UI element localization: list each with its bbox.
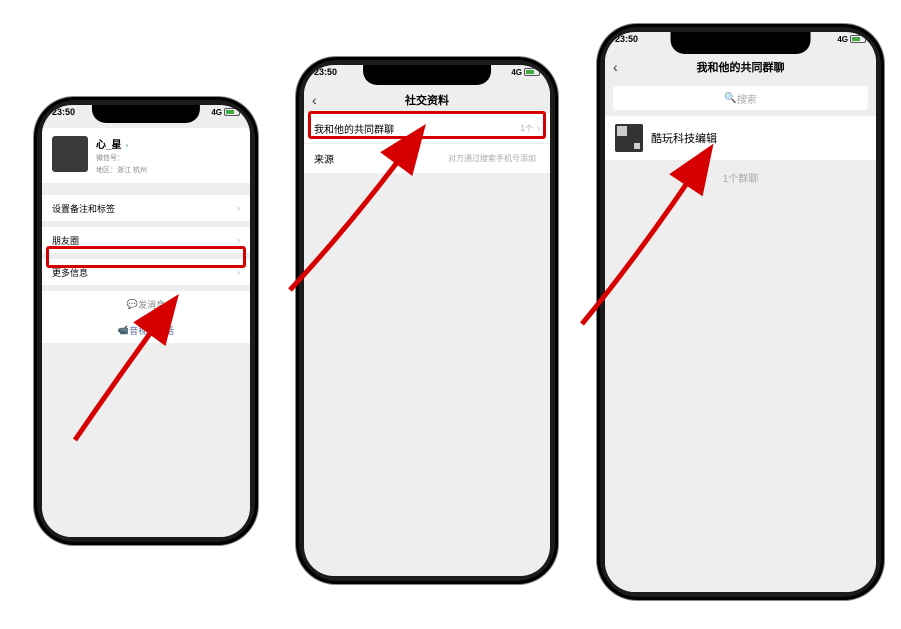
chevron-right-icon: › <box>237 235 240 245</box>
profile-section[interactable]: 心_星 ♀ 微信号： 地区：浙江 杭州 <box>42 128 250 183</box>
phone-mockup-1: 23:50 4G 心_星 ♀ 微信号： 地区：浙江 杭州 设置备注和标签› 朋友… <box>34 97 258 545</box>
send-message-button[interactable]: 💬 发消息 <box>42 291 250 317</box>
search-input[interactable]: 🔍 搜索 <box>613 86 868 110</box>
phone-mockup-3: 23:50 4G ‹ 我和他的共同群聊 🔍 搜索 酷玩科技编辑 1个群聊 <box>597 24 884 600</box>
header: ‹ 社交资料 <box>304 87 550 113</box>
notch <box>92 105 200 123</box>
group-avatar <box>615 124 643 152</box>
row-remark[interactable]: 设置备注和标签› <box>42 195 250 221</box>
page-title: 社交资料 <box>304 92 550 108</box>
chevron-right-icon: › <box>237 267 240 277</box>
video-call-button[interactable]: 📹 音视频通话 <box>42 317 250 343</box>
notch <box>363 65 491 85</box>
group-name: 酷玩科技编辑 <box>651 130 717 146</box>
notch <box>670 32 811 54</box>
page-title: 我和他的共同群聊 <box>605 59 876 75</box>
group-count-label: 1个群聊 <box>605 160 876 195</box>
highlight-box <box>46 246 246 268</box>
row-common-groups[interactable]: 我和他的共同群聊 1个› <box>304 113 550 143</box>
wechat-id: 微信号： <box>96 153 147 163</box>
header: ‹ 我和他的共同群聊 <box>605 54 876 80</box>
status-time: 23:50 <box>314 67 337 77</box>
status-time: 23:50 <box>52 107 75 117</box>
avatar[interactable] <box>52 136 88 172</box>
group-list-item[interactable]: 酷玩科技编辑 <box>605 116 876 160</box>
profile-name: 心_星 <box>96 140 122 151</box>
row-source: 来源 对方通过搜索手机号添加 <box>304 143 550 173</box>
region: 地区：浙江 杭州 <box>96 165 147 175</box>
highlight-box <box>308 111 546 139</box>
chevron-right-icon: › <box>237 203 240 213</box>
phone-mockup-2: 23:50 4G ‹ 社交资料 我和他的共同群聊 1个› 来源 对方通过搜索手机… <box>296 57 558 584</box>
status-time: 23:50 <box>615 34 638 44</box>
